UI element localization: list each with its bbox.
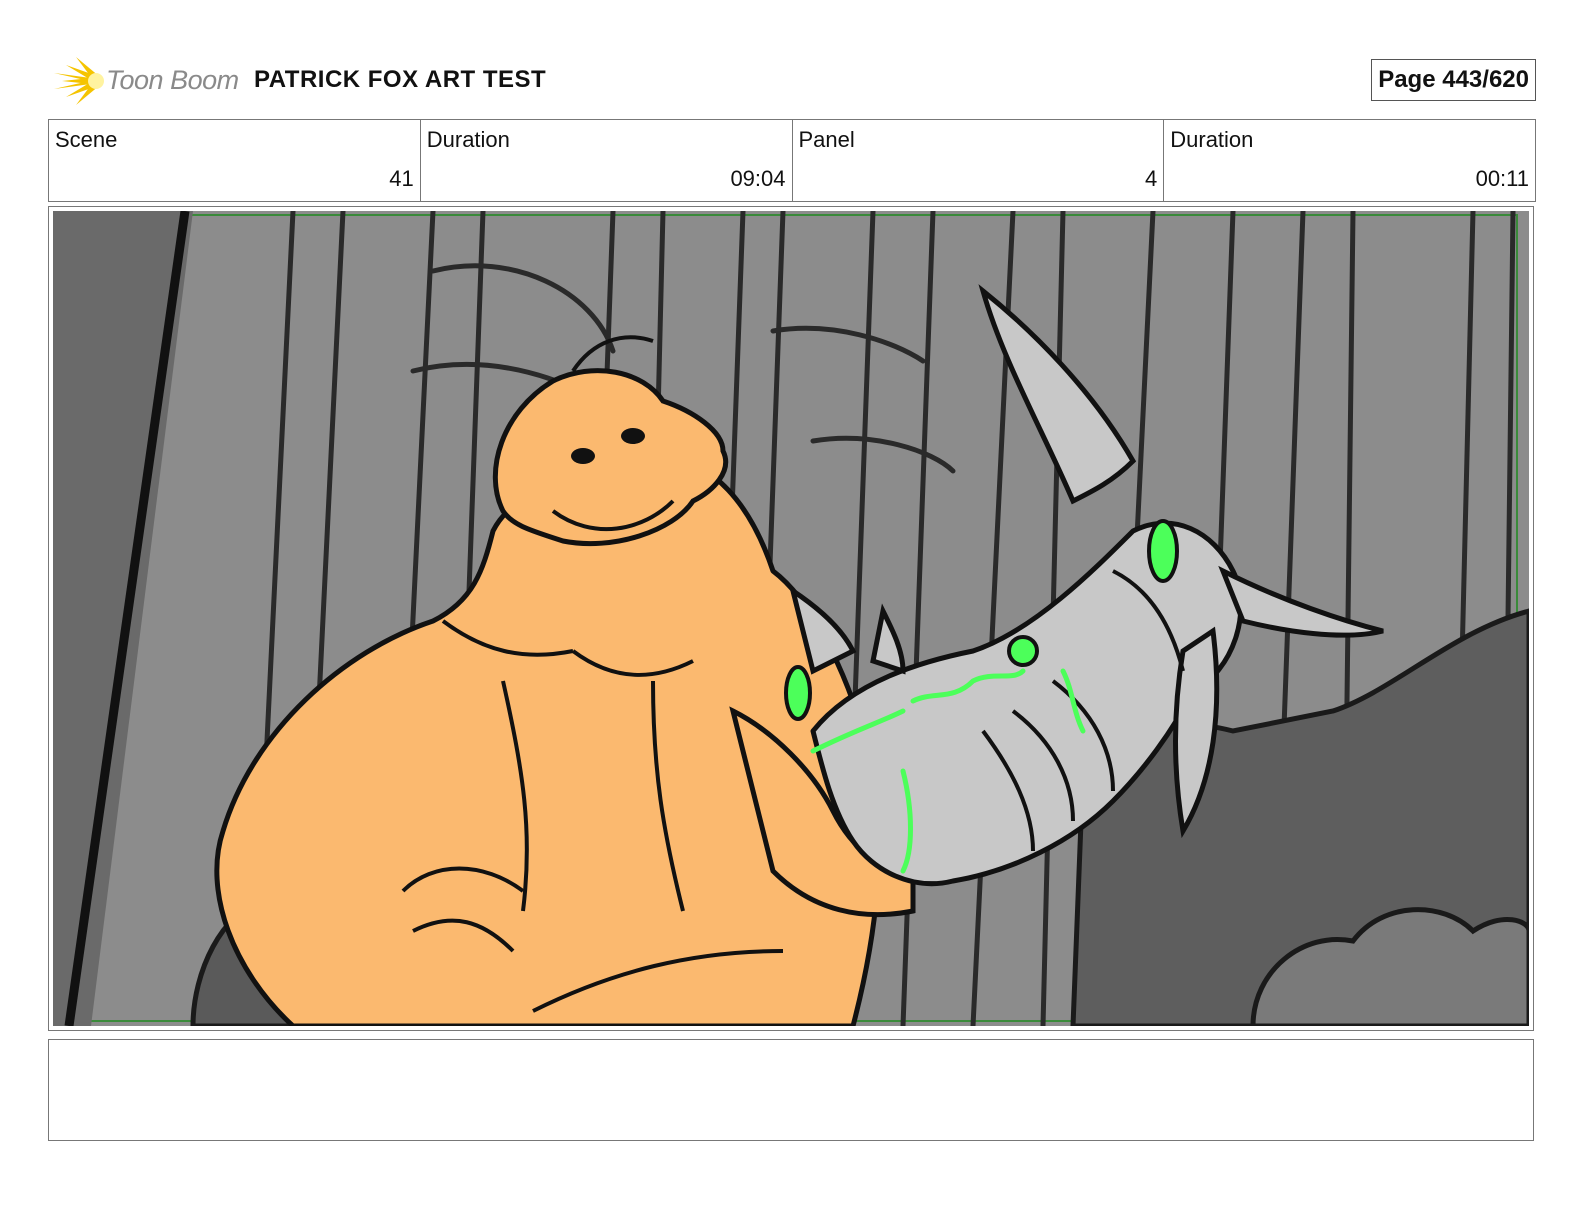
panel-duration-value: 00:11 [1475, 166, 1529, 191]
page-number: Page 443/620 [1371, 59, 1536, 101]
panel-duration-label: Duration [1170, 127, 1254, 152]
storyboard-panel [48, 206, 1534, 1031]
panel-duration-cell: Duration 00:11 [1164, 120, 1535, 201]
scene-duration-value: 09:04 [730, 166, 786, 191]
scene-label: Scene [55, 127, 118, 152]
panel-label: Panel [798, 127, 855, 152]
panel-cell: Panel 4 [793, 120, 1165, 201]
scene-duration-cell: Duration 09:04 [421, 120, 793, 201]
logo-text: Toon Boom [106, 65, 239, 95]
panel-drawing [53, 211, 1529, 1026]
panel-value: 4 [1145, 166, 1158, 191]
project-title: PATRICK FOX ART TEST [254, 66, 547, 93]
toon-boom-logo: Toon Boom [52, 55, 242, 107]
notes-box [48, 1039, 1534, 1141]
scene-info-table: Scene 41 Duration 09:04 Panel 4 Duration… [48, 119, 1536, 202]
scene-cell: Scene 41 [49, 120, 421, 201]
page-header: Toon Boom PATRICK FOX ART TEST Page 443/… [48, 52, 1536, 110]
scene-duration-label: Duration [426, 127, 510, 152]
scene-value: 41 [389, 166, 414, 191]
starburst-logo-icon [54, 57, 104, 105]
